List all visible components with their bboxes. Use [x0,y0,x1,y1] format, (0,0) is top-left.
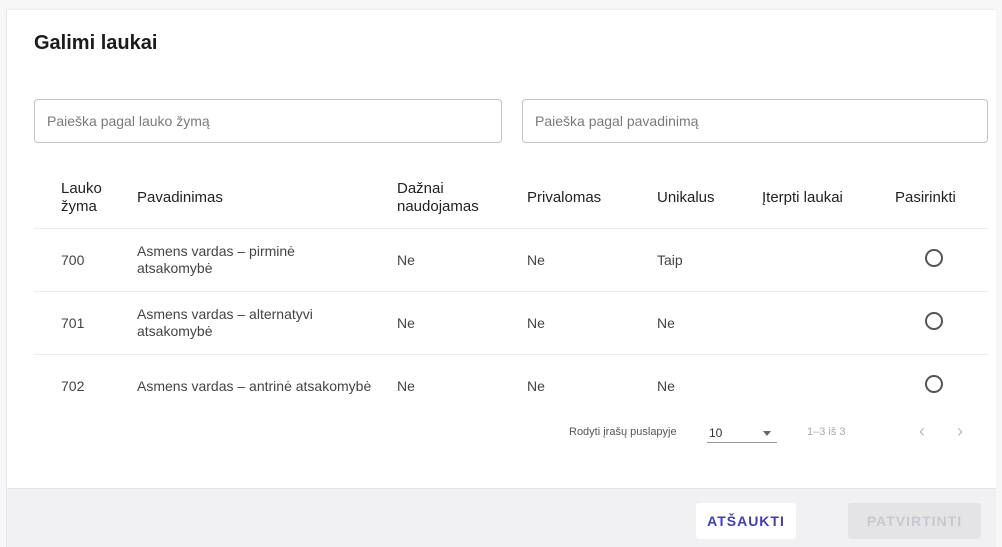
rows-per-page-select[interactable]: 10 [707,422,777,443]
fields-dialog: Galimi laukai Lauko žyma Pavadinimas Daž… [6,9,996,547]
search-by-name-field[interactable] [522,99,988,143]
table-row[interactable]: 701 Asmens vardas – alternatyvi atsakomy… [34,291,988,355]
cell-frequent: Ne [374,228,504,292]
dialog-title: Galimi laukai [34,32,158,54]
col-header-name[interactable]: Pavadinimas [114,168,374,229]
table-row[interactable]: 702 Asmens vardas – antrinė atsakomybė N… [34,354,988,417]
table-row[interactable]: 700 Asmens vardas – pirminė atsakomybė N… [34,228,988,292]
cell-select [889,228,988,292]
col-header-frequent[interactable]: Dažnai naudojamas [374,168,504,229]
cell-unique: Taip [634,228,754,292]
cell-name: Asmens vardas – pirminė atsakomybė [114,228,374,292]
cell-required: Ne [504,291,634,355]
cell-required: Ne [504,354,634,417]
cell-unique: Ne [634,291,754,355]
confirm-button[interactable]: PATVIRTINTI [848,503,981,539]
cancel-button[interactable]: ATŠAUKTI [696,503,796,539]
cell-frequent: Ne [374,291,504,355]
next-page-icon[interactable]: › [957,421,963,441]
cell-inserted [754,354,889,417]
table-pagination: Rodyti įrašų puslapyje 10 1–3 iš 3 ‹ › [7,421,996,443]
col-header-inserted[interactable]: Įterpti laukai [754,168,889,229]
col-header-unique[interactable]: Unikalus [634,168,754,229]
cell-select [889,354,988,417]
prev-page-icon[interactable]: ‹ [919,421,925,441]
cell-name: Asmens vardas – alternatyvi atsakomybė [114,291,374,355]
rows-per-page-value: 10 [709,426,723,440]
table-header-row: Lauko žyma Pavadinimas Dažnai naudojamas… [34,168,988,229]
cell-tag: 700 [34,228,114,292]
cell-name: Asmens vardas – antrinė atsakomybė [114,354,374,417]
cell-unique: Ne [634,354,754,417]
chevron-down-icon [763,431,771,436]
col-header-select[interactable]: Pasirinkti [889,168,988,229]
select-radio[interactable] [925,375,943,393]
cell-tag: 702 [34,354,114,417]
cell-frequent: Ne [374,354,504,417]
fields-table: Lauko žyma Pavadinimas Dažnai naudojamas… [34,168,988,417]
col-header-required[interactable]: Privalomas [504,168,634,229]
select-radio[interactable] [925,249,943,267]
cell-inserted [754,228,889,292]
col-header-tag[interactable]: Lauko žyma [34,168,114,229]
cell-inserted [754,291,889,355]
dialog-footer: ATŠAUKTI PATVIRTINTI [7,488,996,547]
search-by-tag-field[interactable] [34,99,502,143]
select-radio[interactable] [925,312,943,330]
search-by-tag-input[interactable] [35,100,501,142]
search-by-name-input[interactable] [523,100,987,142]
cell-required: Ne [504,228,634,292]
rows-per-page-label: Rodyti įrašų puslapyje [569,426,677,438]
cell-select [889,291,988,355]
cell-tag: 701 [34,291,114,355]
page-range: 1–3 iš 3 [807,426,846,438]
